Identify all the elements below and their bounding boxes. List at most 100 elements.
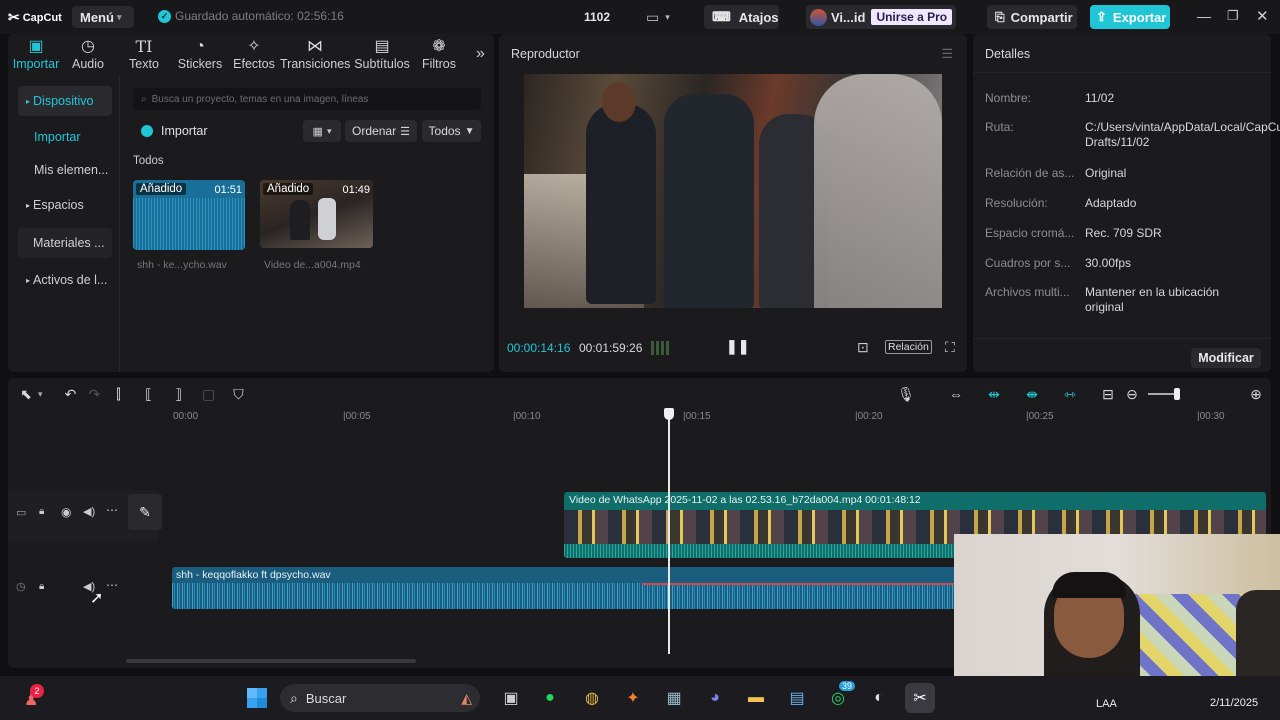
join-pro-button[interactable]: Unirse a Pro: [871, 9, 953, 25]
detail-row-aspect: Relación de as... Original: [985, 166, 1127, 180]
shortcuts-button[interactable]: ⌨ Atajos: [704, 5, 779, 29]
video-preview[interactable]: [524, 74, 942, 308]
account-area[interactable]: Vi...id Unirse a Pro: [806, 5, 957, 29]
playhead[interactable]: [664, 408, 674, 654]
redo-icon[interactable]: ↷: [83, 386, 107, 403]
volume-icon[interactable]: ◀): [83, 505, 95, 518]
filter-button[interactable]: Todos ▼: [422, 120, 481, 142]
details-title: Detalles: [985, 47, 1031, 61]
detail-row-path: Ruta: C:/Users/vinta/AppData/Local/CapCut…: [985, 120, 1280, 149]
windows-start-icon[interactable]: [242, 683, 272, 713]
magnet-icon[interactable]: ⇹: [982, 386, 1006, 403]
notification-widget[interactable]: ♟ 2: [20, 684, 44, 710]
language-indicator[interactable]: LAA: [1096, 698, 1117, 710]
calculator-icon[interactable]: ▦: [659, 683, 689, 713]
detail-row-colorspace: Espacio cromá... Rec. 709 SDR: [985, 226, 1162, 240]
select-icon[interactable]: ⬉: [14, 386, 38, 403]
fullscreen-icon[interactable]: ⛶: [945, 339, 955, 356]
link-icon[interactable]: ⇔: [944, 386, 968, 402]
search-icon: ⌕: [290, 689, 298, 706]
screenshot-icon[interactable]: ⊡: [857, 339, 869, 356]
minimize-icon[interactable]: —: [1197, 8, 1211, 24]
fl-studio-icon[interactable]: ✦: [618, 683, 648, 713]
undo-icon[interactable]: ↶: [59, 386, 83, 403]
tab-subtitles[interactable]: ▤ Subtítulos: [350, 37, 414, 71]
chrome-icon[interactable]: ◍: [577, 683, 607, 713]
project-name[interactable]: 1102: [584, 10, 610, 24]
zoom-slider[interactable]: [1148, 388, 1180, 400]
zoom-out-icon[interactable]: ⊖: [1120, 386, 1144, 403]
chevron-down-icon[interactable]: ▾: [38, 389, 43, 400]
layout-button[interactable]: ▭ ▾: [646, 9, 670, 26]
view-toggle[interactable]: ▦ ▾: [303, 120, 341, 142]
shield-icon[interactable]: ⛉: [227, 386, 251, 403]
share-button[interactable]: ⎘ Compartir: [987, 5, 1077, 29]
player-menu-icon[interactable]: ☰: [941, 46, 953, 62]
video-track-header: ▭ 🔒︎ ◉ ◀) ⋯ ✎: [8, 490, 162, 542]
pause-icon[interactable]: ❚❚: [726, 338, 749, 355]
timeline-scrollbar[interactable]: [126, 659, 416, 663]
tab-stickers[interactable]: ◔ Stickers: [172, 37, 228, 71]
notepad-icon[interactable]: ▤: [782, 683, 812, 713]
eye-icon[interactable]: ◉: [61, 505, 71, 519]
media-item-video[interactable]: Añadido 01:49: [260, 180, 373, 248]
microphone-icon[interactable]: 🎙: [894, 386, 918, 403]
caption-icon[interactable]: ⊟: [1096, 386, 1120, 403]
media-item-audio[interactable]: Añadido 01:51: [133, 180, 245, 250]
avatar[interactable]: [810, 8, 827, 26]
trim-left-icon[interactable]: ⟦: [137, 386, 161, 403]
taskbar-search[interactable]: ⌕ Buscar ◭: [280, 684, 480, 712]
split-icon[interactable]: ⫿: [107, 386, 131, 403]
autosave-status: ✓ Guardado automático: 02:56:16: [158, 9, 344, 23]
zoom-in-icon[interactable]: ⊕: [1244, 386, 1268, 403]
sidebar-item-spaces[interactable]: ▸ Espacios: [18, 190, 84, 220]
tab-transitions[interactable]: ⋈ Transiciones: [280, 37, 350, 71]
lock-icon[interactable]: 🔒︎: [39, 581, 44, 592]
playhead-handle[interactable]: [664, 408, 674, 420]
sort-button[interactable]: Ordenar ☰: [345, 120, 417, 142]
whatsapp-icon[interactable]: ◎ 39: [823, 681, 856, 713]
task-view-icon[interactable]: ▣: [496, 683, 526, 713]
tab-filters[interactable]: ❁ Filtros: [414, 37, 464, 71]
file-explorer-icon[interactable]: ▬: [741, 683, 771, 713]
close-icon[interactable]: ✕: [1256, 7, 1269, 25]
modify-button[interactable]: Modificar: [1191, 348, 1261, 368]
sidebar-item-device[interactable]: ▸ Dispositivo: [18, 86, 112, 116]
sidebar-item-materials[interactable]: Materiales ...: [18, 228, 112, 258]
timeline-ruler[interactable]: 00:00 |00:05 |00:10 |00:15 |00:20 |00:25…: [173, 411, 1263, 425]
snap-icon[interactable]: ⇼: [1020, 386, 1044, 403]
sidebar-item-my-elements[interactable]: Mis elemen...: [26, 155, 108, 185]
maximize-icon[interactable]: ❐: [1227, 8, 1239, 24]
preview-axis-icon[interactable]: ⇿: [1058, 386, 1082, 403]
export-button[interactable]: ⇪ Exportar: [1090, 5, 1170, 29]
media-search-input[interactable]: ⌕ Busca un proyecto, temas en una imagen…: [133, 88, 481, 110]
ruler-tick-label: |00:30: [1197, 411, 1225, 422]
lock-icon[interactable]: 🔒︎: [39, 506, 44, 517]
clock-date[interactable]: 2/11/2025: [1210, 697, 1258, 709]
discord-icon[interactable]: ◕: [700, 683, 730, 713]
ratio-button[interactable]: Relación: [885, 340, 932, 354]
sidebar-item-import[interactable]: Importar: [26, 122, 81, 152]
menu-button[interactable]: Menú ▾: [72, 6, 134, 28]
capcut-taskbar-icon[interactable]: ✂: [905, 683, 935, 713]
spotify-icon[interactable]: ●: [535, 683, 565, 713]
person-head: [602, 82, 636, 122]
import-button[interactable]: Importar: [133, 120, 208, 142]
video-track-icon[interactable]: ▭: [16, 506, 26, 519]
more-icon[interactable]: ⋯: [106, 578, 118, 592]
trim-right-icon[interactable]: ⟧: [167, 386, 191, 403]
blurred-person: [814, 74, 942, 308]
edit-cover-icon[interactable]: ✎: [128, 494, 162, 530]
zoom-handle[interactable]: [1174, 388, 1180, 400]
tab-import[interactable]: ▣ Importar: [8, 37, 64, 71]
tab-audio[interactable]: ◷ Audio: [60, 37, 116, 71]
more-tabs-icon[interactable]: »: [476, 45, 485, 63]
sidebar-item-assets[interactable]: ▸ Activos de l...: [18, 265, 107, 295]
delete-icon[interactable]: ▢: [197, 386, 221, 403]
tab-text[interactable]: TI Texto: [116, 37, 172, 71]
obs-icon[interactable]: ◐: [864, 683, 894, 713]
export-icon: ⇪: [1096, 9, 1107, 24]
more-icon[interactable]: ⋯: [106, 503, 118, 517]
audio-track-icon[interactable]: ◷: [16, 580, 26, 593]
tab-effects[interactable]: ✧ Efectos: [228, 37, 280, 71]
